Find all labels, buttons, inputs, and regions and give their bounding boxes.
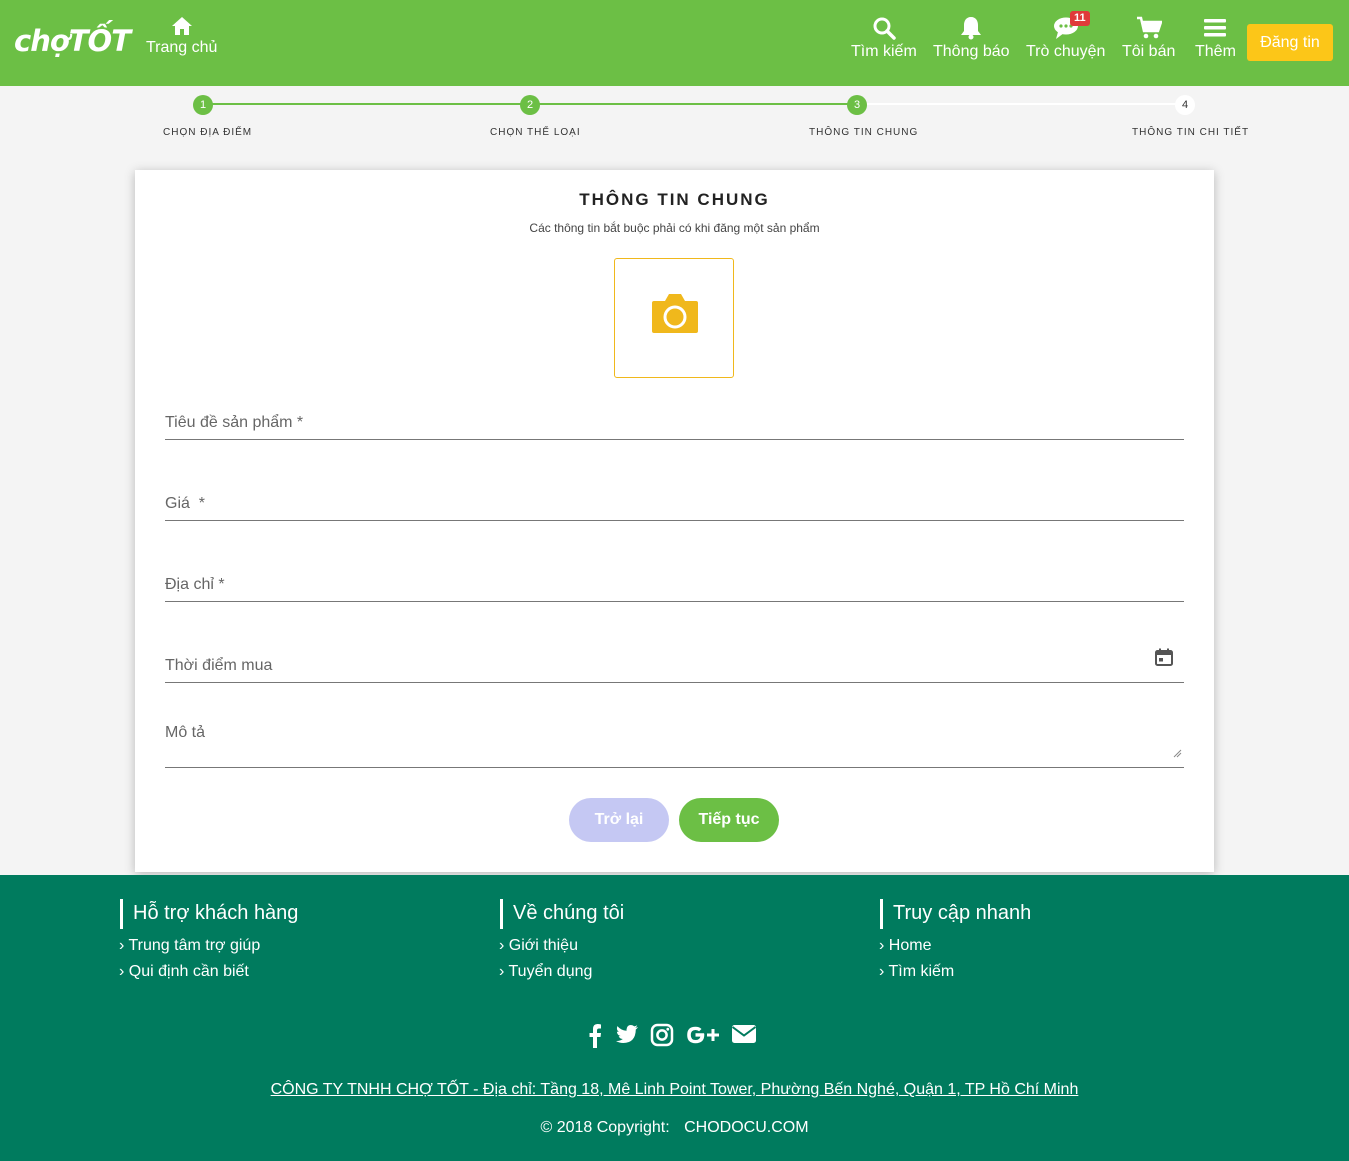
nav-home[interactable]: Trang chủ [146, 16, 217, 57]
footer-link-text: Home [888, 937, 932, 954]
step-4-label: Thông tin chi tiết [1132, 127, 1250, 138]
footer-col-title: Hỗ trợ khách hàng [120, 899, 298, 929]
footer-link-home[interactable]: › Home [879, 937, 1031, 955]
footer-col-title: Truy cập nhanh [880, 899, 1031, 929]
description-field[interactable]: Mô tả [165, 715, 1184, 768]
chevron-right-icon: › [879, 963, 885, 980]
cart-icon [1136, 16, 1162, 39]
footer-col-title: Về chúng tôi [500, 899, 624, 929]
nav-search-label: Tìm kiếm [851, 43, 917, 60]
copyright-text: © 2018 Copyright: [540, 1119, 670, 1136]
address-label: Địa chỉ * [165, 576, 225, 593]
address-field[interactable]: Địa chỉ * [165, 568, 1184, 602]
footer-link-rules[interactable]: › Qui định cần biết [119, 963, 298, 981]
price-label: Giá * [165, 495, 206, 512]
facebook-icon[interactable] [588, 1023, 602, 1053]
chevron-right-icon: › [119, 937, 125, 954]
bell-icon [961, 17, 982, 40]
nav-home-label: Trang chủ [146, 39, 218, 56]
back-button[interactable]: Trở lại [569, 798, 669, 842]
footer-link-text: Tìm kiếm [888, 963, 955, 980]
form-title: THÔNG TIN CHUNG [579, 190, 770, 209]
form-subtitle: Các thông tin bắt buộc phải có khi đăng … [529, 221, 820, 235]
nav-notifications-label: Thông báo [933, 43, 1010, 60]
continue-button[interactable]: Tiếp tục [679, 798, 779, 842]
twitter-icon[interactable] [615, 1023, 639, 1050]
price-field[interactable]: Giá * [165, 487, 1184, 521]
footer-link-intro[interactable]: › Giới thiệu [499, 937, 624, 955]
calendar-icon[interactable] [1154, 647, 1174, 672]
nav-more-label: Thêm [1195, 43, 1236, 60]
footer-link-text: Qui định cần biết [128, 963, 249, 980]
purchase-date-label: Thời điểm mua [165, 657, 273, 674]
footer-link-help-center[interactable]: › Trung tâm trợ giúp [119, 937, 298, 955]
copyright: © 2018 Copyright: CHODOCU.COM [0, 1119, 1349, 1137]
progress-stepper: 1 2 3 4 Chọn địa điểm Chọn thể loại Thôn… [0, 86, 1349, 170]
post-listing-button[interactable]: Đăng tin [1247, 24, 1333, 61]
footer-link-text: Trung tâm trợ giúp [128, 937, 261, 954]
company-address-link[interactable]: CÔNG TY TNHH CHỢ TỐT - Địa chỉ: Tầng 18,… [0, 1081, 1349, 1099]
resize-icon[interactable] [1173, 745, 1182, 763]
site-name-link[interactable]: CHODOCU.COM [684, 1119, 808, 1136]
step-2-label: Chọn thể loại [490, 127, 581, 138]
search-icon [873, 17, 896, 40]
footer-col-about: Về chúng tôi › Giới thiệu › Tuyển dụng [499, 899, 624, 981]
footer-link-text: Giới thiệu [508, 937, 578, 954]
chat-unread-badge: 11 [1070, 11, 1090, 26]
footer-link-careers[interactable]: › Tuyển dụng [499, 963, 624, 981]
camera-icon [652, 294, 698, 333]
nav-chat[interactable]: 11 Trò chuyện [1026, 11, 1106, 61]
description-label: Mô tả [165, 724, 206, 741]
instagram-icon[interactable] [650, 1023, 674, 1052]
site-footer: Hỗ trợ khách hàng › Trung tâm trợ giúp ›… [0, 875, 1349, 1161]
chevron-right-icon: › [499, 963, 505, 980]
purchase-date-field[interactable]: Thời điểm mua [165, 639, 1184, 683]
google-plus-icon[interactable] [685, 1023, 721, 1052]
step-3-label: Thông tin chung [809, 127, 919, 138]
nav-more[interactable]: Thêm [1195, 16, 1236, 61]
nav-sell-label: Tôi bán [1122, 43, 1176, 60]
nav-notifications[interactable]: Thông báo [933, 16, 1010, 61]
product-title-label: Tiêu đề sản phẩm * [165, 414, 304, 431]
footer-link-text: Tuyển dụng [508, 963, 593, 980]
stepper-line-remaining [857, 103, 1185, 105]
step-4-dot: 4 [1175, 95, 1195, 115]
step-1-label: Chọn địa điểm [163, 127, 253, 138]
step-2-dot[interactable]: 2 [520, 95, 540, 115]
footer-link-search[interactable]: › Tìm kiếm [879, 963, 1031, 981]
nav-search[interactable]: Tìm kiếm [851, 16, 917, 61]
mail-icon[interactable] [731, 1023, 757, 1050]
home-icon [171, 17, 192, 35]
step-1-dot[interactable]: 1 [193, 95, 213, 115]
image-upload[interactable] [614, 258, 734, 378]
footer-col-support: Hỗ trợ khách hàng › Trung tâm trợ giúp ›… [119, 899, 298, 981]
site-logo[interactable]: chợTỐT [14, 24, 131, 58]
nav-sell[interactable]: Tôi bán [1122, 16, 1175, 61]
general-info-form: THÔNG TIN CHUNG Các thông tin bắt buộc p… [135, 170, 1214, 872]
chevron-right-icon: › [119, 963, 125, 980]
menu-icon [1204, 19, 1227, 37]
product-title-field[interactable]: Tiêu đề sản phẩm * [165, 406, 1184, 440]
top-navbar: chợTỐT Trang chủ Tìm kiếm Thông báo 11 T… [0, 0, 1349, 86]
step-3-dot[interactable]: 3 [847, 95, 867, 115]
footer-col-quick-access: Truy cập nhanh › Home › Tìm kiếm [879, 899, 1031, 981]
chevron-right-icon: › [879, 937, 885, 954]
social-links [586, 1023, 762, 1049]
nav-chat-label: Trò chuyện [1026, 43, 1106, 60]
chevron-right-icon: › [499, 937, 505, 954]
